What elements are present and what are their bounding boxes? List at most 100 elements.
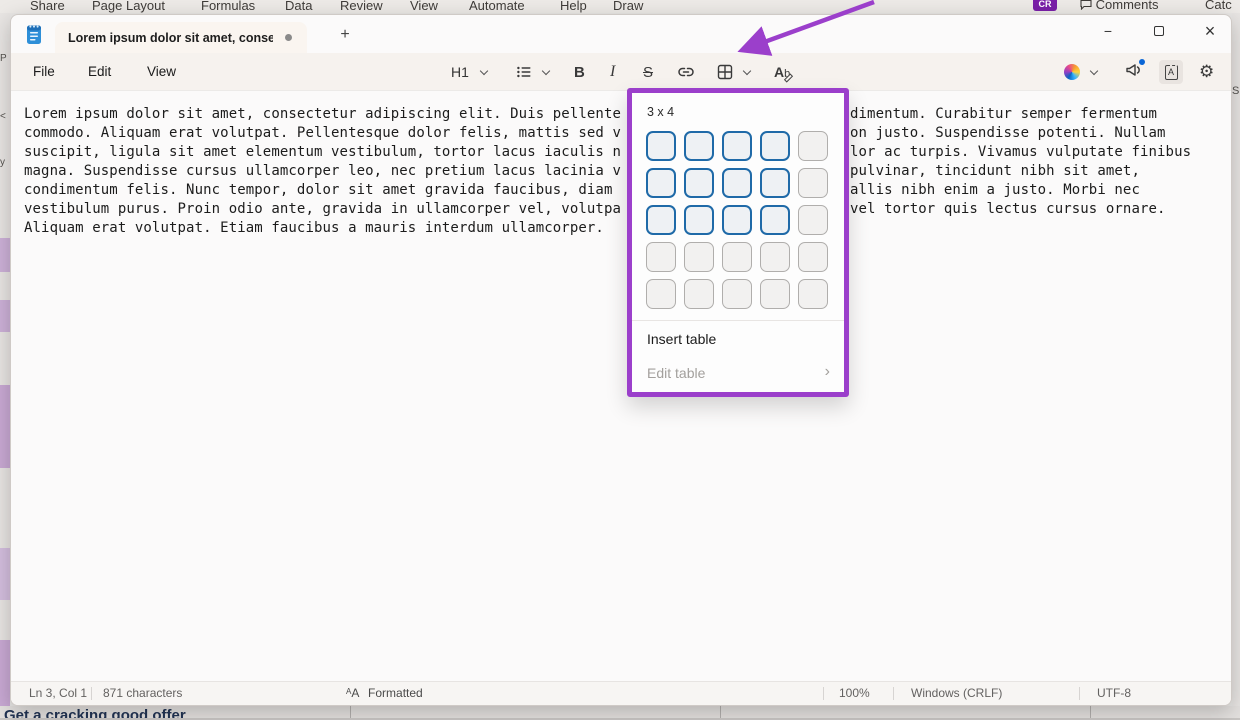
bg-comments-button: Comments xyxy=(1080,0,1158,12)
grid-cell-2x3[interactable] xyxy=(722,168,752,198)
link-icon xyxy=(676,63,696,81)
grid-cell-4x4[interactable] xyxy=(760,242,790,272)
grid-cell-1x1[interactable] xyxy=(646,131,676,161)
grid-cell-3x1[interactable] xyxy=(646,205,676,235)
formatted-icon: AA xyxy=(346,686,359,700)
bold-icon: B xyxy=(574,64,585,81)
bg-menu-data: Data xyxy=(285,0,312,13)
background-left-sliver: P < y t xyxy=(0,13,10,706)
grid-cell-3x4[interactable] xyxy=(760,205,790,235)
grid-cell-5x1[interactable] xyxy=(646,279,676,309)
bg-menu-draw: Draw xyxy=(613,0,643,13)
chevron-down-icon xyxy=(480,66,488,74)
notepad-app-icon xyxy=(24,23,44,50)
new-tab-button[interactable]: + xyxy=(333,23,357,47)
grid-cell-3x3[interactable] xyxy=(722,205,752,235)
table-picker-dropdown: 3 x 4 Insert table Edit table › xyxy=(627,88,849,397)
unsaved-indicator-dot xyxy=(285,34,292,41)
bg-cell-block xyxy=(0,385,10,468)
bg-menu-help: Help xyxy=(560,0,587,13)
rewrite-button[interactable]: A xyxy=(1159,60,1183,84)
status-divider xyxy=(91,687,92,700)
grid-cell-2x2[interactable] xyxy=(684,168,714,198)
menu-edit[interactable]: Edit xyxy=(84,62,115,81)
clear-formatting-icon: Ab xyxy=(774,64,790,80)
picker-divider xyxy=(632,320,844,321)
grid-cell-2x5[interactable] xyxy=(798,168,828,198)
bg-cell-block xyxy=(0,300,10,332)
document-tab[interactable]: Lorem ipsum dolor sit amet, conse xyxy=(55,22,307,53)
bg-menu-review: Review xyxy=(340,0,383,13)
grid-cell-1x3[interactable] xyxy=(722,131,752,161)
grid-cell-1x2[interactable] xyxy=(684,131,714,161)
minimize-button[interactable]: − xyxy=(1086,15,1130,47)
tab-title: Lorem ipsum dolor sit amet, conse xyxy=(68,31,273,45)
bg-grid-line xyxy=(720,706,721,720)
cursor-position: Ln 3, Col 1 xyxy=(29,686,87,700)
boxed-a-icon: A xyxy=(1165,65,1178,80)
heading-style-button[interactable]: H1 xyxy=(451,60,469,84)
bullet-list-icon xyxy=(516,64,532,80)
copilot-dropdown-chevron[interactable] xyxy=(1091,60,1097,84)
grid-cell-4x2[interactable] xyxy=(684,242,714,272)
grid-cell-1x5[interactable] xyxy=(798,131,828,161)
table-dropdown-chevron[interactable] xyxy=(744,60,750,84)
background-right-sliver: S xyxy=(1232,13,1240,706)
grid-cell-2x1[interactable] xyxy=(646,168,676,198)
notification-dot xyxy=(1139,59,1145,65)
status-divider xyxy=(893,687,894,700)
chevron-down-icon xyxy=(743,66,751,74)
bg-grid-line xyxy=(350,706,351,720)
bg-menu-automate: Automate xyxy=(469,0,525,13)
text-editor[interactable]: Lorem ipsum dolor sit amet, consectetur … xyxy=(11,91,1232,683)
grid-cell-5x4[interactable] xyxy=(760,279,790,309)
zoom-level[interactable]: 100% xyxy=(839,686,870,700)
background-app-menubar: Share Page Layout Formulas Data Review V… xyxy=(0,0,1240,13)
megaphone-icon xyxy=(1124,61,1143,83)
grid-cell-4x3[interactable] xyxy=(722,242,752,272)
maximize-button[interactable] xyxy=(1137,15,1181,47)
close-icon: × xyxy=(1205,21,1216,42)
list-button[interactable] xyxy=(516,60,532,84)
table-picker-panel: 3 x 4 Insert table Edit table › xyxy=(632,93,844,392)
strikethrough-icon: S xyxy=(643,64,653,81)
bg-link-text: Get a cracking good offer xyxy=(4,707,186,720)
edge-letter: y xyxy=(0,157,5,168)
character-count: 871 characters xyxy=(103,686,182,700)
clear-formatting-button[interactable]: Ab xyxy=(774,60,790,84)
grid-cell-5x3[interactable] xyxy=(722,279,752,309)
grid-cell-3x2[interactable] xyxy=(684,205,714,235)
grid-cell-2x4[interactable] xyxy=(760,168,790,198)
menu-view[interactable]: View xyxy=(143,62,180,81)
table-size-grid[interactable] xyxy=(646,131,828,309)
heading-dropdown-chevron[interactable] xyxy=(481,60,487,84)
table-button[interactable] xyxy=(716,60,734,84)
italic-button[interactable]: I xyxy=(610,60,615,84)
menu-file[interactable]: File xyxy=(29,62,59,81)
settings-button[interactable]: ⚙ xyxy=(1199,60,1214,84)
formatted-indicator[interactable]: AA Formatted xyxy=(346,686,423,700)
insert-table-item[interactable]: Insert table xyxy=(647,331,716,347)
bold-button[interactable]: B xyxy=(574,60,585,84)
line-ending[interactable]: Windows (CRLF) xyxy=(911,686,1002,700)
grid-cell-4x5[interactable] xyxy=(798,242,828,272)
close-button[interactable]: × xyxy=(1188,15,1232,47)
link-button[interactable] xyxy=(676,60,696,84)
bg-catchup-button: Catc xyxy=(1205,0,1232,12)
bg-cell-block xyxy=(0,640,10,706)
list-dropdown-chevron[interactable] xyxy=(543,60,549,84)
feedback-button[interactable] xyxy=(1124,60,1143,84)
strikethrough-button[interactable]: S xyxy=(643,60,653,84)
gear-icon: ⚙ xyxy=(1199,62,1214,82)
grid-cell-1x4[interactable] xyxy=(760,131,790,161)
grid-cell-5x2[interactable] xyxy=(684,279,714,309)
encoding[interactable]: UTF-8 xyxy=(1097,686,1131,700)
copilot-button[interactable] xyxy=(1064,60,1080,84)
avatar: CR xyxy=(1033,0,1057,11)
background-bottom-sliver: Get a cracking good offer xyxy=(0,706,1240,720)
grid-cell-5x5[interactable] xyxy=(798,279,828,309)
italic-icon: I xyxy=(610,63,615,81)
grid-cell-4x1[interactable] xyxy=(646,242,676,272)
maximize-icon xyxy=(1154,26,1164,36)
grid-cell-3x5[interactable] xyxy=(798,205,828,235)
